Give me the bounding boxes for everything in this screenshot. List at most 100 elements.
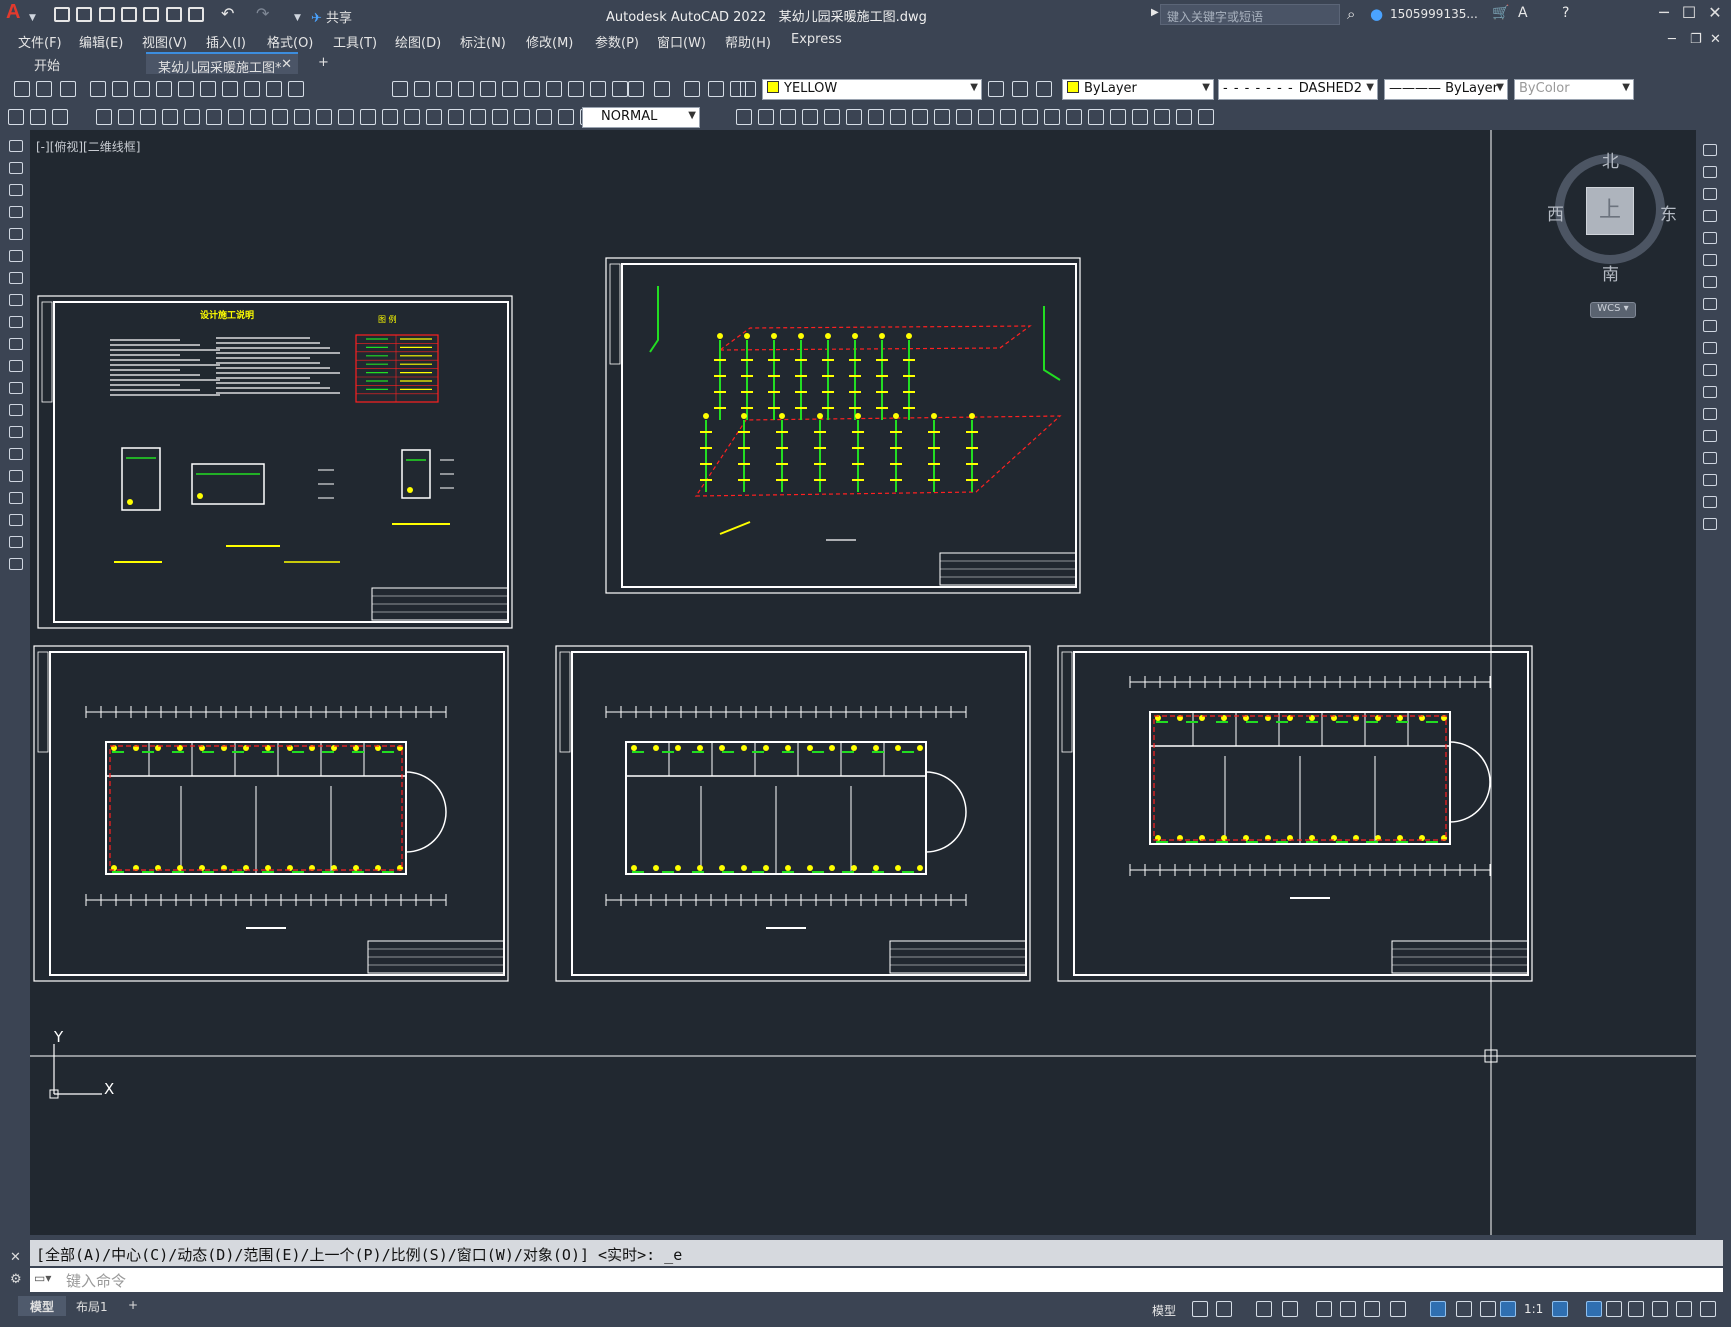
model-space-button[interactable]: 模型	[1152, 1302, 1176, 1319]
menu-view[interactable]: 视图(V)	[142, 32, 187, 51]
draw-tool-4-icon[interactable]	[9, 206, 23, 218]
standard-tool-11-icon[interactable]	[244, 81, 260, 97]
modify-tool-16-icon[interactable]	[1703, 474, 1717, 486]
modify-tool-9-icon[interactable]	[1703, 320, 1717, 332]
autocad-logo-icon[interactable]: A	[6, 1, 20, 24]
standard-tool-27-icon[interactable]	[684, 81, 700, 97]
standard-tool-7-icon[interactable]	[156, 81, 172, 97]
draw-tool-1-icon[interactable]	[9, 140, 23, 152]
dimension-tool-11-icon[interactable]	[250, 109, 266, 125]
modify-tool-17-icon[interactable]	[1703, 496, 1717, 508]
standard-tool-20-icon[interactable]	[524, 81, 540, 97]
dimension-tool-27-icon[interactable]	[736, 109, 752, 125]
status-toggle-2-icon[interactable]	[1216, 1301, 1232, 1317]
tab-layout1[interactable]: 布局1	[64, 1296, 120, 1316]
search-input[interactable]: 键入关键字或短语	[1160, 4, 1340, 25]
standard-tool-6-icon[interactable]	[134, 81, 150, 97]
draw-tool-20-icon[interactable]	[9, 558, 23, 570]
draw-tool-16-icon[interactable]	[9, 470, 23, 482]
modify-tool-4-icon[interactable]	[1703, 210, 1717, 222]
modify-tool-15-icon[interactable]	[1703, 452, 1717, 464]
draw-tool-3-icon[interactable]	[9, 184, 23, 196]
draw-tool-2-icon[interactable]	[9, 162, 23, 174]
dimension-tool-8-icon[interactable]	[184, 109, 200, 125]
compass-north[interactable]: 北	[1602, 147, 1619, 172]
dimension-tool-44-icon[interactable]	[1110, 109, 1126, 125]
standard-tool-8-icon[interactable]	[178, 81, 194, 97]
close-button[interactable]: ✕	[1703, 3, 1727, 25]
draw-tool-13-icon[interactable]	[9, 404, 23, 416]
status-toggle-19-icon[interactable]	[1700, 1301, 1716, 1317]
save-web-icon[interactable]	[166, 7, 182, 22]
add-layout-button[interactable]: +	[116, 1296, 150, 1316]
dimension-tool-3-icon[interactable]	[52, 109, 68, 125]
draw-tool-10-icon[interactable]	[9, 338, 23, 350]
menu-parametric[interactable]: 参数(P)	[595, 32, 639, 51]
cart-icon[interactable]: 🛒	[1492, 5, 1509, 21]
autodesk-a360-icon[interactable]: A	[1518, 5, 1528, 21]
dimension-tool-13-icon[interactable]	[294, 109, 310, 125]
dimension-tool-18-icon[interactable]	[404, 109, 420, 125]
compass-west[interactable]: 西	[1547, 200, 1564, 225]
dimstyle-dropdown[interactable]: NORMAL ▼	[582, 107, 700, 128]
user-account[interactable]: 1505999135...	[1390, 7, 1478, 21]
tab-close-icon[interactable]: ✕	[281, 57, 292, 72]
share-button[interactable]: ✈ 共享	[311, 7, 352, 26]
modify-tool-7-icon[interactable]	[1703, 276, 1717, 288]
status-toggle-13-icon[interactable]	[1552, 1301, 1568, 1317]
standard-tool-30-icon[interactable]	[740, 81, 756, 97]
standard-tool-21-icon[interactable]	[546, 81, 562, 97]
doc-restore-icon[interactable]: ❐	[1690, 32, 1702, 47]
standard-tool-17-icon[interactable]	[458, 81, 474, 97]
modify-tool-3-icon[interactable]	[1703, 188, 1717, 200]
menu-modify[interactable]: 修改(M)	[526, 32, 573, 51]
dimension-tool-31-icon[interactable]	[824, 109, 840, 125]
dimension-tool-19-icon[interactable]	[426, 109, 442, 125]
dimension-tool-21-icon[interactable]	[470, 109, 486, 125]
standard-tool-12-icon[interactable]	[266, 81, 282, 97]
compass-south[interactable]: 南	[1602, 260, 1619, 285]
app-menu-arrow-icon[interactable]: ▼	[29, 13, 36, 23]
drawing-canvas[interactable]: [-][俯视][二维线框] 设计施工说明图 例XY	[30, 130, 1696, 1235]
viewcube[interactable]: 上 北 南 西 东 WCS ▾	[1547, 147, 1677, 318]
dimension-tool-15-icon[interactable]	[338, 109, 354, 125]
layer-dropdown[interactable]: YELLOW ▼	[762, 79, 982, 100]
menu-express[interactable]: Express	[791, 32, 842, 47]
dimension-tool-48-icon[interactable]	[1198, 109, 1214, 125]
dimension-tool-35-icon[interactable]	[912, 109, 928, 125]
dimension-tool-2-icon[interactable]	[30, 109, 46, 125]
save-icon[interactable]	[99, 7, 115, 22]
status-toggle-7-icon[interactable]	[1364, 1301, 1380, 1317]
status-toggle-3-icon[interactable]	[1256, 1301, 1272, 1317]
dimension-tool-20-icon[interactable]	[448, 109, 464, 125]
customize-icon[interactable]: ⚙	[10, 1272, 22, 1287]
dimension-tool-16-icon[interactable]	[360, 109, 376, 125]
dimension-tool-42-icon[interactable]	[1066, 109, 1082, 125]
menu-insert[interactable]: 插入(I)	[206, 32, 246, 51]
dimension-tool-47-icon[interactable]	[1176, 109, 1192, 125]
dimension-tool-5-icon[interactable]	[118, 109, 134, 125]
viewcube-top-face[interactable]: 上	[1586, 187, 1634, 235]
dimension-tool-28-icon[interactable]	[758, 109, 774, 125]
dimension-tool-29-icon[interactable]	[780, 109, 796, 125]
help-icon[interactable]: ?	[1562, 5, 1569, 21]
dimension-tool-10-icon[interactable]	[228, 109, 244, 125]
modify-tool-12-icon[interactable]	[1703, 386, 1717, 398]
color-dropdown[interactable]: ByLayer ▼	[1062, 79, 1214, 100]
doc-minimize-icon[interactable]: ─	[1668, 32, 1676, 47]
standard-tool-32-icon[interactable]	[1012, 81, 1028, 97]
modify-tool-13-icon[interactable]	[1703, 408, 1717, 420]
standard-tool-33-icon[interactable]	[1036, 81, 1052, 97]
status-toggle-14-icon[interactable]	[1586, 1301, 1602, 1317]
redo-icon[interactable]: ↷	[256, 4, 269, 23]
modify-tool-10-icon[interactable]	[1703, 342, 1717, 354]
dimension-tool-46-icon[interactable]	[1154, 109, 1170, 125]
modify-tool-8-icon[interactable]	[1703, 298, 1717, 310]
draw-tool-7-icon[interactable]	[9, 272, 23, 284]
standard-tool-14-icon[interactable]	[392, 81, 408, 97]
standard-tool-19-icon[interactable]	[502, 81, 518, 97]
status-toggle-11-icon[interactable]	[1480, 1301, 1496, 1317]
standard-tool-25-icon[interactable]	[628, 81, 644, 97]
close-command-icon[interactable]: ✕	[10, 1250, 21, 1265]
draw-tool-6-icon[interactable]	[9, 250, 23, 262]
